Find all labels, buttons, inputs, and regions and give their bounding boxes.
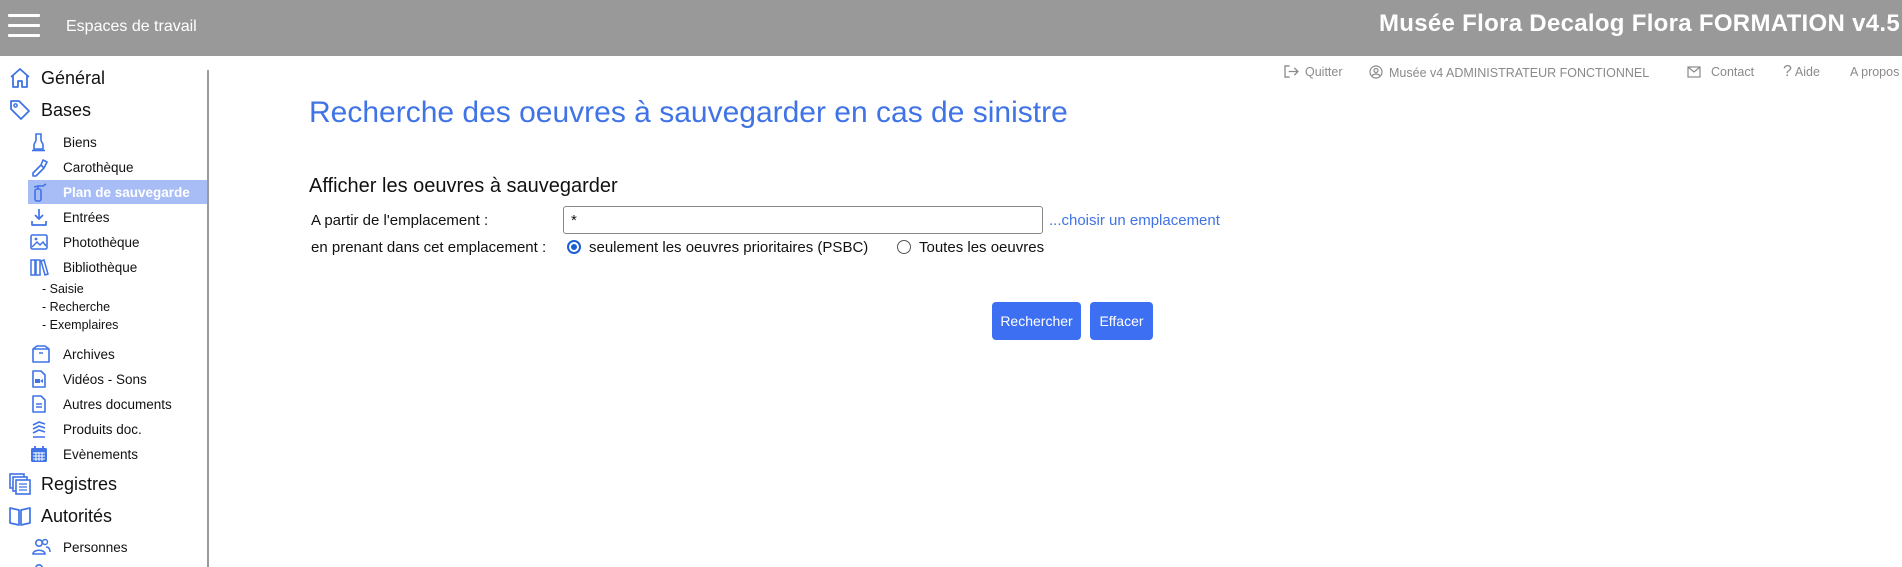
sidebar-item-label: Carothèque [63,160,134,175]
choose-location-link[interactable]: ...choisir un emplacement [1049,212,1220,229]
sidebar-item-entrees[interactable]: Entrées [0,205,207,229]
sidebar-item-label: Bases [41,100,92,120]
user-label: Musée v4 ADMINISTRATEUR FONCTIONNEL [1389,66,1650,80]
object-icon [32,133,45,152]
quit-link[interactable]: Quitter [1284,65,1343,79]
pen-icon [32,159,48,177]
radio-all-label[interactable]: Toutes les oeuvres [919,239,1044,256]
user-link[interactable]: Musée v4 ADMINISTRATEUR FONCTIONNEL [1369,65,1649,80]
sidebar-item-label: Archives [63,347,115,362]
quit-label: Quitter [1305,65,1343,79]
video-file-icon [32,370,46,388]
top-bar: Espaces de travail Musée Flora Decalog F… [0,0,1902,56]
sidebar-scrollbar[interactable] [207,70,209,567]
sidebar-item-archives[interactable]: Archives [0,342,207,366]
about-link[interactable]: A propos [1850,65,1899,79]
sidebar-item-label: Produits doc. [63,422,142,437]
search-button[interactable]: Rechercher [992,302,1081,340]
help-link[interactable]: ? Aide [1783,63,1820,81]
tag-icon [10,100,30,120]
contact-link[interactable]: Contact [1687,65,1754,79]
sidebar-item-label: Entrées [63,210,110,225]
contact-label: Contact [1711,65,1755,79]
books-icon [30,259,49,276]
workspaces-menu[interactable]: Espaces de travail [66,18,197,36]
image-icon [30,234,48,250]
sidebar-item-label: Bibliothèque [63,260,138,275]
radio-all[interactable] [897,240,911,254]
radio-priority-label[interactable]: seulement les oeuvres prioritaires (PSBC… [589,239,868,256]
app-title: Musée Flora Decalog Flora FORMATION v4.5 [1379,10,1900,37]
sidebar-item-label: Biens [63,135,97,150]
page-title: Recherche des oeuvres à sauvegarder en c… [309,96,1068,129]
sidebar-item-label: Photothèque [63,235,140,250]
question-icon: ? [1783,63,1792,80]
sidebar-item-personnes[interactable]: Personnes [0,535,207,559]
sidebar-item-label: Personnes [63,540,128,555]
sidebar-item-bibliotheque[interactable]: Bibliothèque [0,255,207,279]
download-icon [31,209,47,226]
sidebar-item-videos-sons[interactable]: Vidéos - Sons [0,367,207,391]
stack-icon [32,421,46,438]
section-title: Afficher les oeuvres à sauvegarder [309,175,618,197]
sidebar-item-autres-documents[interactable]: Autres documents [0,392,207,416]
sidebar-item-general[interactable]: Général [0,62,207,92]
sidebar-item-registres[interactable]: Registres [0,468,207,498]
clear-button[interactable]: Effacer [1090,302,1153,340]
sidebar: Général Bases Biens Carothèque Plan de s… [0,56,207,567]
sidebar-item-bases[interactable]: Bases [0,94,207,124]
about-label: A propos [1850,65,1900,79]
sidebar-subitem-exemplaires[interactable]: - Exemplaires [42,318,118,332]
sidebar-item-label: Registres [41,474,118,494]
sidebar-item-plan-de-sauvegarde[interactable]: Plan de sauvegarde [28,180,207,204]
sidebar-item-label: Plan de sauvegarde [63,185,190,200]
hamburger-menu-icon[interactable] [8,14,40,38]
sidebar-item-phototheque[interactable]: Photothèque [0,230,207,254]
user-icon [35,564,43,567]
sidebar-subitem-recherche[interactable]: - Recherche [42,300,110,314]
sidebar-item-label: Autres documents [63,397,172,412]
sidebar-item-label: Général [41,68,106,88]
logout-icon [1284,65,1299,78]
registers-icon [9,473,31,495]
user-circle-icon [1369,65,1383,79]
sidebar-item-label: Evènements [63,447,139,462]
location-label: A partir de l'emplacement : [311,212,489,229]
sidebar-item-evenements[interactable]: Evènements [0,442,207,466]
sidebar-subitem-saisie[interactable]: - Saisie [42,282,84,296]
archive-box-icon [32,345,50,363]
sidebar-item-autorites[interactable]: Autorités [0,500,207,530]
sidebar-item-produits-doc[interactable]: Produits doc. [0,417,207,441]
sidebar-item-label: Autorités [41,506,113,526]
location-input[interactable] [563,206,1043,234]
document-icon [32,395,46,413]
sidebar-item-label: Vidéos - Sons [63,372,147,387]
users-icon [32,538,51,555]
home-icon [10,68,30,88]
help-label: Aide [1794,65,1820,79]
sidebar-item-biens[interactable]: Biens [0,130,207,154]
radio-priority[interactable] [567,240,581,254]
scope-label: en prenant dans cet emplacement : [311,239,547,256]
sidebar-item-carotheque[interactable]: Carothèque [0,155,207,179]
envelope-icon [1687,66,1701,78]
calendar-icon [31,446,47,462]
open-book-icon [9,507,31,526]
sidebar-item-next[interactable] [0,559,207,567]
fire-extinguisher-icon [33,183,47,202]
